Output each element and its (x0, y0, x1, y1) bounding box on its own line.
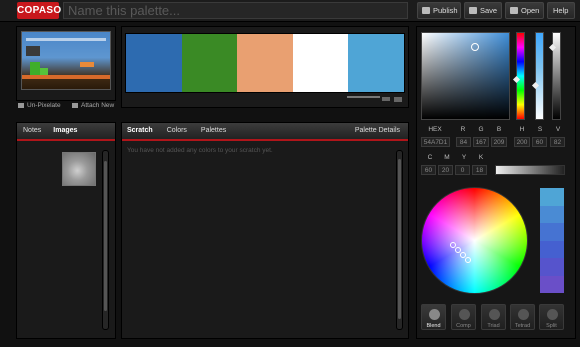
palette-controls (125, 94, 405, 104)
h-field[interactable] (514, 137, 530, 147)
palette-swatch[interactable] (348, 34, 404, 92)
c-label: C (427, 154, 433, 161)
publish-icon (422, 7, 430, 14)
hex-field[interactable] (421, 137, 450, 147)
v-label: V (555, 126, 561, 133)
save-icon (469, 7, 477, 14)
m-label: M (444, 154, 450, 161)
harmony-swatch[interactable] (540, 258, 564, 276)
publish-button[interactable]: Publish (417, 2, 461, 19)
expand-icon[interactable] (394, 97, 402, 102)
palette-name-input[interactable] (63, 2, 408, 19)
scratch-panel: Scratch Colors Palettes Palette Details (121, 122, 409, 339)
palette-swatch[interactable] (292, 34, 349, 92)
color-wheel[interactable] (421, 187, 528, 294)
image-tile (26, 38, 106, 41)
attach-icon (72, 102, 78, 108)
pixel-icon (18, 102, 24, 108)
attach-new-link[interactable]: Attach New (72, 102, 114, 109)
c-field[interactable] (421, 165, 436, 175)
app-logo: COPASO (17, 2, 61, 19)
v-field[interactable] (550, 137, 565, 147)
image-tile (26, 46, 40, 56)
palette-slider[interactable] (347, 96, 380, 98)
tab-notes[interactable]: Notes (17, 123, 47, 139)
split-button[interactable]: Split (539, 304, 564, 330)
g-field[interactable] (473, 137, 489, 147)
comp-button[interactable]: Comp (451, 304, 476, 330)
harmony-color-strip[interactable] (540, 188, 564, 293)
y-field[interactable] (455, 165, 470, 175)
value-slider[interactable] (548, 32, 561, 120)
saturation-value-field[interactable] (421, 32, 510, 120)
blend-icon (429, 309, 440, 320)
image-tile (30, 62, 40, 76)
palette-swatch[interactable] (237, 34, 293, 92)
image-tile (22, 75, 110, 79)
tab-palette-details[interactable]: Palette Details (349, 123, 408, 139)
palette-swatches (125, 33, 405, 93)
open-icon (510, 7, 518, 14)
saturation-slider[interactable] (531, 32, 544, 120)
unpixelate-link[interactable]: Un-Pixelate (18, 102, 61, 109)
k-field[interactable] (472, 165, 487, 175)
wheel-marker[interactable] (465, 257, 471, 263)
tetrad-button[interactable]: Tetrad (510, 304, 535, 330)
grayscale-strip[interactable] (495, 165, 565, 175)
scroll-thumb[interactable] (104, 161, 107, 311)
s-label: S (537, 126, 543, 133)
triad-icon (489, 309, 500, 320)
source-image-thumbnail[interactable] (21, 31, 111, 90)
images-tabbar: Notes Images (17, 123, 115, 141)
y-label: Y (461, 154, 467, 161)
k-label: K (478, 154, 484, 161)
hex-label: HEX (428, 126, 442, 133)
g-label: G (478, 126, 484, 133)
harmony-swatch[interactable] (540, 275, 564, 293)
tab-scratch[interactable]: Scratch (122, 123, 159, 139)
blend-button[interactable]: Blend (421, 304, 446, 330)
palette-swatch[interactable] (126, 34, 182, 92)
scratch-empty-message: You have not added any colors to your sc… (127, 147, 273, 154)
scroll-thumb[interactable] (398, 159, 401, 319)
tab-images[interactable]: Images (47, 123, 83, 139)
split-icon (547, 309, 558, 320)
harmony-swatch[interactable] (540, 205, 564, 223)
hue-slider[interactable] (512, 32, 525, 120)
tab-colors[interactable]: Colors (159, 123, 193, 139)
r-field[interactable] (456, 137, 471, 147)
triad-button[interactable]: Triad (481, 304, 506, 330)
picker-cursor[interactable] (471, 43, 479, 51)
tab-palettes[interactable]: Palettes (193, 123, 232, 139)
image-thumbnail[interactable] (62, 152, 96, 186)
image-tile (80, 62, 94, 67)
s-field[interactable] (532, 137, 547, 147)
m-field[interactable] (438, 165, 453, 175)
save-button[interactable]: Save (464, 2, 502, 19)
harmony-swatch[interactable] (540, 240, 564, 258)
scratch-scrollbar[interactable] (396, 150, 403, 330)
open-button[interactable]: Open (505, 2, 544, 19)
harmony-swatch[interactable] (540, 188, 564, 206)
comp-icon (459, 309, 470, 320)
scratch-tabbar: Scratch Colors Palettes Palette Details (122, 123, 408, 141)
shuffle-icon[interactable] (382, 97, 390, 101)
harmony-swatch[interactable] (540, 223, 564, 241)
b-label: B (496, 126, 502, 133)
r-label: R (460, 126, 466, 133)
palette-swatch[interactable] (181, 34, 238, 92)
images-scrollbar[interactable] (102, 150, 109, 330)
b-field[interactable] (491, 137, 507, 147)
tetrad-icon (518, 309, 529, 320)
help-button[interactable]: Help (547, 2, 575, 19)
h-label: H (519, 126, 525, 133)
